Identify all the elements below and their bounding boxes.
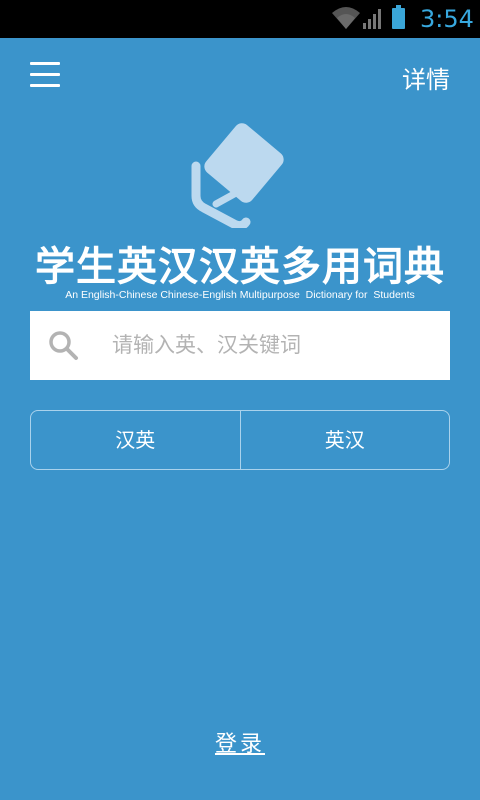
app-subtitle: An English-Chinese Chinese-English Multi… xyxy=(65,289,415,301)
battery-icon xyxy=(392,5,405,29)
mode-toggle: 汉英 英汉 xyxy=(30,410,450,470)
app-title: 学生英汉汉英多用词典 xyxy=(35,243,445,290)
book-logo-icon xyxy=(191,123,284,228)
login-link[interactable]: 登录 xyxy=(215,732,265,757)
login-area: 登录 xyxy=(0,728,480,762)
search-placeholder: 请输入英、汉关键词 xyxy=(112,333,301,357)
detail-button[interactable]: 详情 xyxy=(402,62,450,98)
tab-chinese-english[interactable]: 汉英 xyxy=(31,411,240,469)
wifi-icon xyxy=(332,7,360,29)
status-clock: 3:54 xyxy=(420,5,474,33)
signal-icon xyxy=(363,9,381,29)
search-input[interactable]: 请输入英、汉关键词 xyxy=(30,311,450,380)
tab-english-chinese[interactable]: 英汉 xyxy=(241,411,450,469)
search-icon xyxy=(49,331,78,360)
status-bar: 3:54 xyxy=(0,0,480,38)
hamburger-menu-icon[interactable] xyxy=(30,62,60,88)
